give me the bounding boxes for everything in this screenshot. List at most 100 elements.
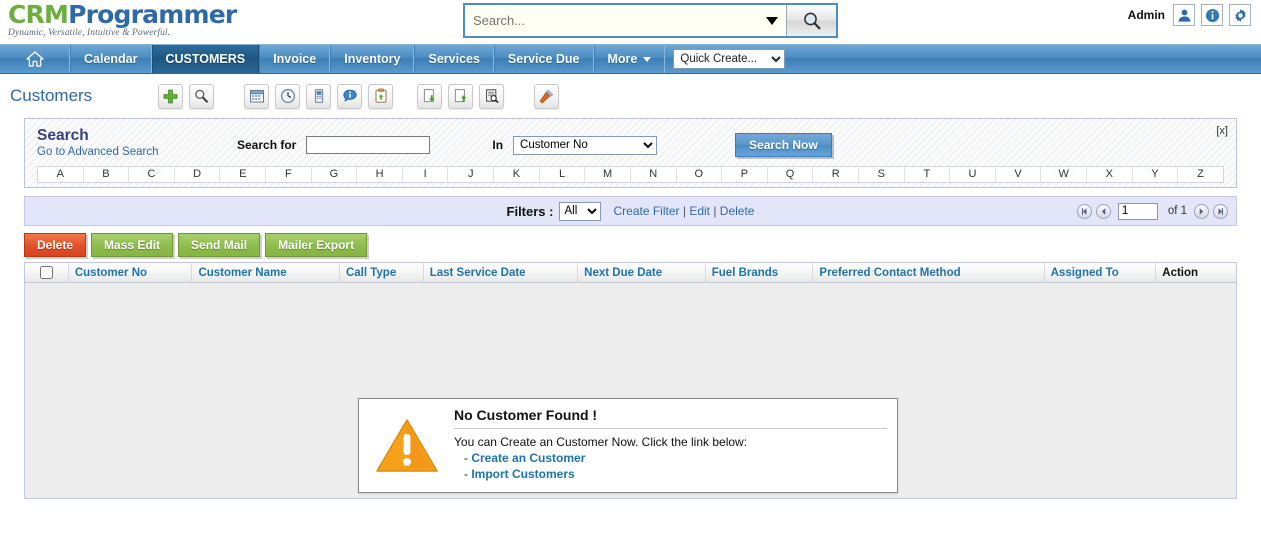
nav-label: CUSTOMERS [165,52,246,66]
column-header-call-type[interactable]: Call Type [340,263,424,282]
mailer-export-button[interactable]: Mailer Export [265,233,368,257]
toolbar-group-create [158,83,214,109]
alpha-cell-v[interactable]: V [995,167,1042,182]
filter-controls: Filters : All Create Filter | Edit | Del… [25,201,1236,221]
nav-item-calendar[interactable]: Calendar [70,45,152,73]
alpha-cell-q[interactable]: Q [767,167,814,182]
alpha-cell-g[interactable]: G [311,167,358,182]
info-icon[interactable] [1201,4,1223,26]
mass-edit-button[interactable]: Mass Edit [91,233,174,257]
chevron-down-icon[interactable] [766,16,778,25]
nav-label: Calendar [84,52,138,66]
gear-icon[interactable] [1229,4,1251,26]
phone-call-button[interactable] [306,83,331,109]
alpha-cell-x[interactable]: X [1087,167,1133,182]
alpha-cell-w[interactable]: W [1041,167,1088,182]
search-panel-title: Search [37,127,89,144]
alpha-cell-o[interactable]: O [676,167,723,182]
alpha-cell-h[interactable]: H [357,167,403,182]
alpha-cell-b[interactable]: B [83,167,130,182]
nav-item-customers[interactable]: CUSTOMERS [151,45,260,73]
document-search-icon [485,89,499,104]
alpha-cell-r[interactable]: R [813,167,859,182]
alpha-cell-t[interactable]: T [904,167,951,182]
first-page-glyph [1081,207,1087,215]
global-search-field[interactable] [465,5,786,36]
delete-button[interactable]: Delete [24,233,87,257]
activity-history-button[interactable] [275,83,300,109]
nav-item-invoice[interactable]: Invoice [259,45,331,73]
edit-filter-link[interactable]: Edit [689,204,710,218]
filter-select[interactable]: All [559,201,602,221]
alpha-cell-a[interactable]: A [38,167,84,182]
logo-tagline: Dynamic, Versatile, Intuitive & Powerful… [8,28,171,38]
user-icon[interactable] [1173,4,1195,26]
prev-page-icon[interactable] [1095,203,1111,219]
advanced-search-link[interactable]: Go to Advanced Search [37,146,237,158]
nav-item-service-due[interactable]: Service Due [493,45,594,73]
alpha-cell-i[interactable]: I [402,167,449,182]
column-header-customer-name[interactable]: Customer Name [192,263,340,282]
alpha-cell-u[interactable]: U [950,167,996,182]
alpha-cell-m[interactable]: M [585,167,631,182]
column-header-fuel-brands[interactable]: Fuel Brands [706,263,814,282]
search-panel-heading-block: Search Go to Advanced Search [37,127,237,158]
search-customer-button[interactable] [189,83,214,109]
select-all-cell[interactable] [25,263,69,282]
column-header-last-service-date[interactable]: Last Service Date [424,263,579,282]
add-customer-button[interactable] [158,83,183,109]
column-header-next-due-date[interactable]: Next Due Date [578,263,706,282]
home-icon [25,51,44,67]
global-search-button[interactable] [786,5,836,36]
search-in-select[interactable]: Customer No [513,135,658,155]
alpha-cell-c[interactable]: C [129,167,175,182]
export-button[interactable] [448,83,473,109]
delete-filter-link[interactable]: Delete [720,204,755,218]
calendar-button[interactable] [244,83,269,109]
clipboard-icon [375,88,386,103]
create-filter-link[interactable]: Create Filter [613,204,679,218]
clipboard-button[interactable] [368,83,393,109]
search-now-button[interactable]: Search Now [735,133,832,157]
column-header-preferred-contact-method[interactable]: Preferred Contact Method [813,263,1045,282]
search-for-input[interactable] [306,136,431,154]
select-all-checkbox[interactable] [39,266,53,279]
magnifier-icon [803,12,821,30]
nav-item-inventory[interactable]: Inventory [330,45,415,73]
global-search-input[interactable] [465,5,786,36]
column-header-assigned-to[interactable]: Assigned To [1045,263,1157,282]
alpha-cell-z[interactable]: Z [1178,167,1223,182]
main-navigation: Calendar CUSTOMERS Invoice Inventory Ser… [0,44,1261,74]
document-search-button[interactable] [479,83,504,109]
close-icon[interactable]: [x] [1216,125,1228,137]
nav-item-more[interactable]: More [593,45,666,73]
page-number-input[interactable] [1117,202,1158,220]
alpha-cell-y[interactable]: Y [1132,167,1179,182]
alpha-cell-n[interactable]: N [630,167,677,182]
logo-programmer-text: Programmer [68,0,237,29]
alpha-cell-k[interactable]: K [494,167,540,182]
comment-button[interactable] [337,83,362,109]
column-header-customer-no[interactable]: Customer No [69,263,193,282]
alpha-cell-s[interactable]: S [858,167,905,182]
alpha-cell-e[interactable]: E [220,167,267,182]
alpha-cell-d[interactable]: D [174,167,221,182]
alpha-cell-l[interactable]: L [539,167,586,182]
alpha-cell-p[interactable]: P [722,167,768,182]
filters-label: Filters : [506,203,554,219]
next-page-icon[interactable] [1194,203,1209,219]
alpha-cell-f[interactable]: F [266,167,312,182]
settings-tools-button[interactable] [534,83,559,109]
import-button[interactable] [417,83,442,109]
logo-crm-text: CRM [8,0,69,29]
first-page-icon[interactable] [1076,203,1092,219]
quick-create-select[interactable]: Quick Create... [673,49,786,69]
create-customer-link[interactable]: Create an Customer [471,451,585,465]
nav-item-services[interactable]: Services [414,45,494,73]
page-content: Search Go to Advanced Search Search for … [0,118,1261,499]
last-page-icon[interactable] [1213,203,1228,219]
send-mail-button[interactable]: Send Mail [178,233,261,257]
nav-home-button[interactable] [0,45,70,73]
alpha-cell-j[interactable]: J [448,167,495,182]
import-customers-link[interactable]: Import Customers [471,467,574,481]
